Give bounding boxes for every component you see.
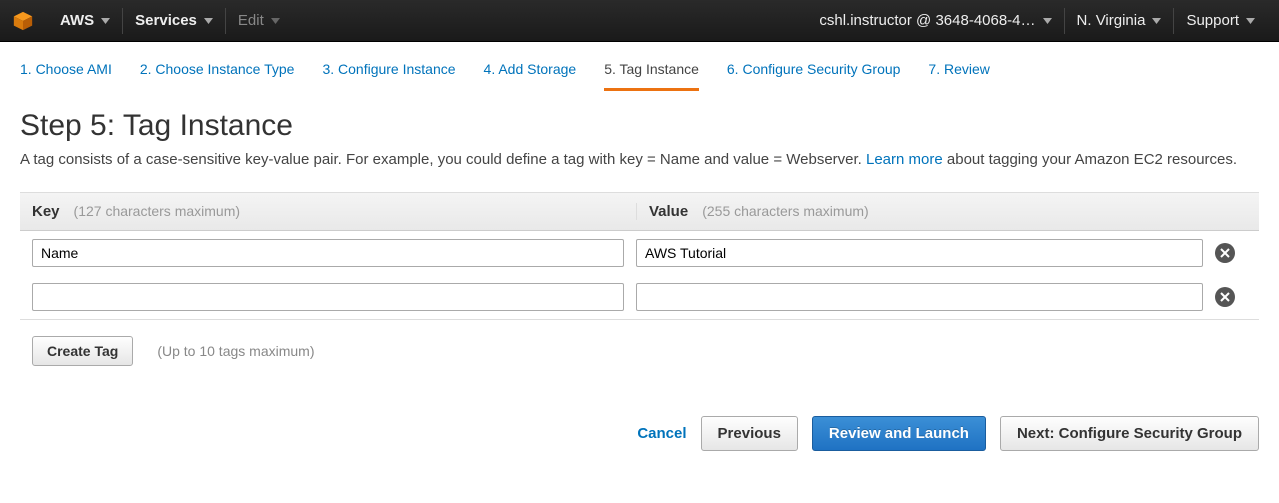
step-review[interactable]: 7. Review bbox=[928, 60, 989, 91]
create-tag-hint: (Up to 10 tags maximum) bbox=[157, 343, 314, 359]
tag-value-input[interactable] bbox=[636, 239, 1203, 267]
step-add-storage[interactable]: 4. Add Storage bbox=[484, 60, 577, 91]
account-menu[interactable]: cshl.instructor @ 3648-4068-4… bbox=[807, 0, 1063, 42]
desc-pre: A tag consists of a case-sensitive key-v… bbox=[20, 151, 866, 168]
step-configure-instance[interactable]: 3. Configure Instance bbox=[322, 60, 455, 91]
tag-key-input[interactable] bbox=[32, 283, 624, 311]
wizard-footer: Cancel Previous Review and Launch Next: … bbox=[0, 398, 1279, 469]
cancel-link[interactable]: Cancel bbox=[637, 425, 686, 442]
aws-logo-icon bbox=[12, 10, 34, 32]
step-configure-security-group[interactable]: 6. Configure Security Group bbox=[727, 60, 901, 91]
tag-row bbox=[20, 231, 1259, 275]
caret-down-icon bbox=[1246, 18, 1255, 24]
key-header-hint: (127 characters maximum) bbox=[74, 203, 241, 219]
step-tag-instance[interactable]: 5. Tag Instance bbox=[604, 60, 699, 91]
wizard-steps: 1. Choose AMI 2. Choose Instance Type 3.… bbox=[0, 42, 1279, 91]
support-menu[interactable]: Support bbox=[1174, 0, 1267, 42]
caret-down-icon bbox=[1043, 18, 1052, 24]
value-header-label: Value bbox=[649, 203, 688, 220]
aws-topbar: AWS Services Edit cshl.instructor @ 3648… bbox=[0, 0, 1279, 42]
review-and-launch-button[interactable]: Review and Launch bbox=[812, 416, 986, 451]
key-header-label: Key bbox=[32, 203, 60, 220]
tag-table: Key (127 characters maximum) Value (255 … bbox=[20, 192, 1259, 320]
col-header-value: Value (255 characters maximum) bbox=[636, 203, 1203, 220]
caret-down-icon bbox=[1152, 18, 1161, 24]
edit-menu-label: Edit bbox=[238, 12, 264, 29]
edit-menu[interactable]: Edit bbox=[226, 0, 292, 42]
main-content: Step 5: Tag Instance A tag consists of a… bbox=[0, 91, 1279, 399]
aws-menu-label: AWS bbox=[60, 12, 94, 29]
support-label: Support bbox=[1186, 12, 1239, 29]
remove-tag-icon[interactable] bbox=[1215, 287, 1235, 307]
aws-menu[interactable]: AWS bbox=[48, 0, 122, 42]
next-button[interactable]: Next: Configure Security Group bbox=[1000, 416, 1259, 451]
tag-row bbox=[20, 275, 1259, 319]
tag-value-input[interactable] bbox=[636, 283, 1203, 311]
page-description: A tag consists of a case-sensitive key-v… bbox=[20, 149, 1259, 171]
desc-post: about tagging your Amazon EC2 resources. bbox=[943, 151, 1237, 168]
caret-down-icon bbox=[271, 18, 280, 24]
previous-button[interactable]: Previous bbox=[701, 416, 798, 451]
tag-table-header: Key (127 characters maximum) Value (255 … bbox=[20, 193, 1259, 231]
remove-tag-icon[interactable] bbox=[1215, 243, 1235, 263]
caret-down-icon bbox=[204, 18, 213, 24]
step-choose-instance-type[interactable]: 2. Choose Instance Type bbox=[140, 60, 295, 91]
step-choose-ami[interactable]: 1. Choose AMI bbox=[20, 60, 112, 91]
create-tag-row: Create Tag (Up to 10 tags maximum) bbox=[20, 320, 1259, 378]
create-tag-button[interactable]: Create Tag bbox=[32, 336, 133, 366]
page-title: Step 5: Tag Instance bbox=[20, 109, 1259, 143]
caret-down-icon bbox=[101, 18, 110, 24]
region-label: N. Virginia bbox=[1077, 12, 1146, 29]
services-menu[interactable]: Services bbox=[123, 0, 225, 42]
services-menu-label: Services bbox=[135, 12, 197, 29]
account-label: cshl.instructor @ 3648-4068-4… bbox=[819, 12, 1035, 29]
region-menu[interactable]: N. Virginia bbox=[1065, 0, 1174, 42]
learn-more-link[interactable]: Learn more bbox=[866, 151, 943, 168]
tag-key-input[interactable] bbox=[32, 239, 624, 267]
col-header-key: Key (127 characters maximum) bbox=[32, 203, 636, 220]
value-header-hint: (255 characters maximum) bbox=[702, 203, 869, 219]
